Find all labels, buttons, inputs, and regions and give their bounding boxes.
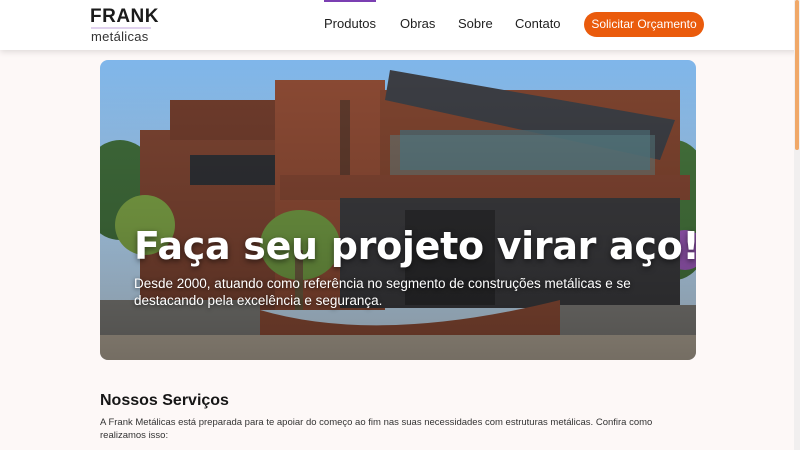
hero-banner: Faça seu projeto virar aço! Desde 2000, … xyxy=(100,60,696,360)
brand-logo[interactable]: FRANK metálicas xyxy=(90,6,159,44)
nav-link-produtos[interactable]: Produtos xyxy=(324,16,376,32)
site-header: FRANK metálicas Produtos Obras Sobre Con… xyxy=(0,0,800,50)
nav-link-obras[interactable]: Obras xyxy=(400,16,435,32)
brand-name-top: FRANK xyxy=(90,6,159,27)
services-description: A Frank Metálicas está preparada para te… xyxy=(100,417,653,441)
services-heading: Nossos Serviços xyxy=(100,392,229,409)
nav-active-indicator xyxy=(324,0,376,2)
hero-subtitle: Desde 2000, atuando como referência no s… xyxy=(134,276,631,308)
nav-link-sobre[interactable]: Sobre xyxy=(458,16,493,32)
brand-name-bottom: metálicas xyxy=(91,29,149,44)
request-quote-button[interactable]: Solicitar Orçamento xyxy=(584,12,704,37)
scrollbar-thumb[interactable] xyxy=(795,0,799,150)
page-scrollbar[interactable] xyxy=(794,0,800,450)
hero-building-image xyxy=(100,60,696,360)
hero-title: Faça seu projeto virar aço! xyxy=(134,224,696,268)
nav-link-contato[interactable]: Contato xyxy=(515,16,561,32)
